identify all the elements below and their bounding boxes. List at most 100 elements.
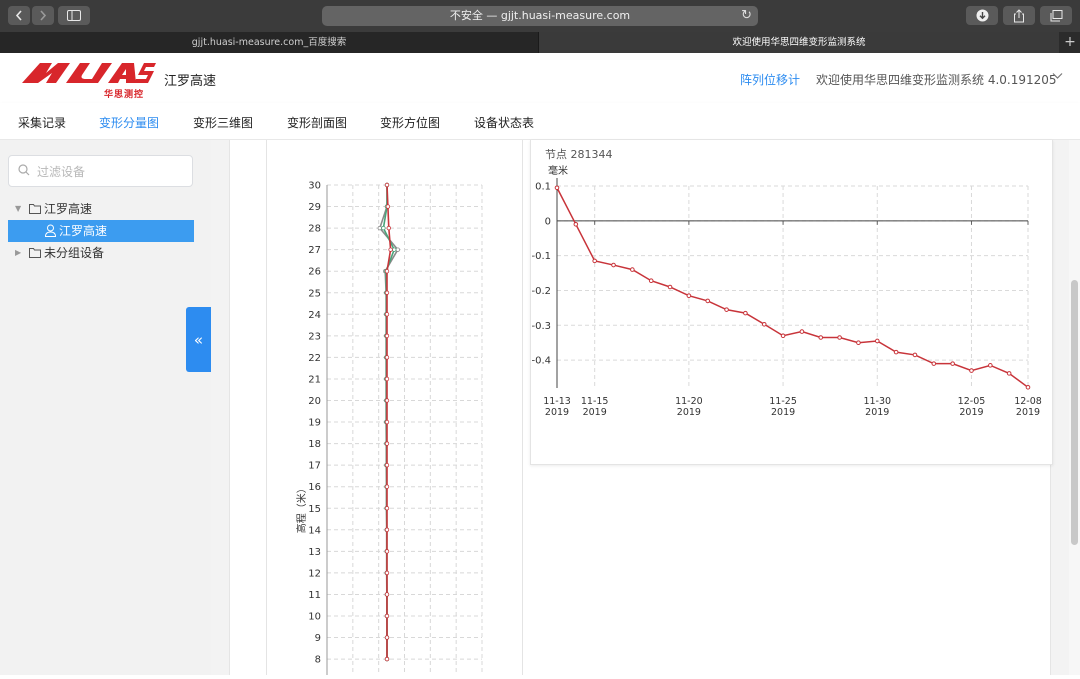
data-point — [931, 361, 937, 366]
search-icon — [18, 164, 30, 176]
menu-deformation-component[interactable]: 变形分量图 — [99, 114, 159, 131]
data-point — [686, 293, 692, 299]
data-point — [384, 333, 390, 339]
data-point — [630, 267, 635, 272]
y-tick-label: -0.3 — [531, 321, 551, 332]
y-tick-label: 11 — [308, 590, 321, 601]
elevation-profile-chart: 8 9 10 11 12 13 14 15 16 17 18 19 20 21 22 23 24 25 26 27 28… — [295, 181, 483, 679]
x-tick-label: 12-05 — [958, 396, 986, 407]
share-button[interactable] — [1003, 6, 1035, 25]
double-chevron-left-icon: « — [193, 330, 204, 349]
menu-deformation-3d[interactable]: 变形三维图 — [193, 114, 253, 131]
data-point — [391, 247, 397, 252]
data-point — [384, 506, 390, 511]
data-point — [384, 592, 390, 597]
main-menu: 采集记录 变形分量图 变形三维图 变形剖面图 变形方位图 设备状态表 — [0, 103, 1080, 140]
menu-device-status[interactable]: 设备状态表 — [474, 114, 534, 131]
data-point — [384, 355, 390, 360]
data-point — [667, 284, 673, 290]
caret-down-icon[interactable]: ▼ — [15, 198, 21, 220]
page-scrollbar[interactable] — [1069, 140, 1080, 675]
y-tick-label: 15 — [308, 504, 321, 515]
data-point — [988, 363, 993, 368]
data-point — [743, 310, 748, 316]
menu-deformation-profile[interactable]: 变形剖面图 — [287, 114, 347, 131]
chevron-down-icon[interactable] — [1052, 70, 1063, 83]
menu-deformation-azimuth[interactable]: 变形方位图 — [380, 114, 440, 131]
elevation-chart-panel: 8 9 10 11 12 13 14 15 16 17 18 19 20 21 22 23 24 25 26 27 28… — [266, 140, 523, 679]
collapse-sidebar-button[interactable]: « — [186, 307, 211, 372]
data-point — [384, 182, 390, 188]
x-tick-label: 11-15 — [581, 396, 609, 407]
sidebar-icon — [67, 10, 81, 21]
tree-node-ungrouped[interactable]: ▶ 未分组设备 — [8, 242, 198, 264]
data-point — [1006, 371, 1012, 376]
device-sidebar: ▼ 江罗高速 江罗高速 ▶ 未分组设备 — [0, 140, 211, 675]
data-point — [386, 225, 391, 231]
data-point — [648, 278, 654, 284]
browser-tabbar: gjjt.huasi-measure.com_百度搜索 欢迎使用华思四维变形监测… — [0, 32, 1080, 53]
chart-card: 8 9 10 11 12 13 14 15 16 17 18 19 20 21 22 23 24 25 26 27 28… — [229, 140, 1053, 679]
y-tick-label: 26 — [308, 267, 321, 278]
y-tick-label: 25 — [308, 288, 321, 299]
sidebar-toggle-button[interactable] — [58, 6, 90, 25]
scrollbar-thumb[interactable] — [1071, 280, 1078, 545]
tree-node-label: 未分组设备 — [44, 246, 105, 260]
browser-titlebar: 不安全 — gjjt.huasi-measure.com ↻ — [0, 0, 1080, 32]
data-point — [969, 368, 974, 373]
x-tick-label: 11-30 — [863, 396, 891, 407]
forward-button[interactable] — [32, 6, 54, 25]
tree-node-project[interactable]: ▼ 江罗高速 — [8, 198, 198, 220]
new-tab-icon[interactable]: + — [1060, 32, 1080, 53]
device-filter[interactable] — [8, 155, 193, 187]
module-link[interactable]: 阵列位移计 — [740, 71, 800, 88]
x-tick-label-year: 2019 — [545, 407, 569, 418]
back-button[interactable] — [8, 6, 30, 25]
data-point — [384, 441, 390, 446]
y-tick-label: 23 — [308, 331, 321, 342]
reload-icon[interactable]: ↻ — [741, 6, 752, 26]
y-tick-label: 9 — [315, 633, 321, 644]
data-point — [384, 527, 390, 532]
downloads-button[interactable] — [966, 6, 998, 25]
data-point — [388, 247, 393, 252]
address-text: 不安全 — gjjt.huasi-measure.com — [449, 9, 631, 22]
data-point — [893, 349, 899, 355]
y-tick-label: 22 — [308, 353, 321, 364]
y-axis-label: 毫米 — [548, 164, 568, 177]
address-bar[interactable]: 不安全 — gjjt.huasi-measure.com ↻ — [322, 6, 758, 26]
data-point — [377, 225, 382, 231]
y-tick-label: 12 — [308, 568, 321, 579]
y-tick-label: 28 — [308, 224, 321, 235]
data-point — [761, 321, 767, 327]
data-point — [384, 484, 390, 489]
menu-acquisition-records[interactable]: 采集记录 — [18, 114, 66, 131]
y-tick-label: 8 — [315, 655, 321, 666]
app-header: 华思测控 江罗高速 阵列位移计 欢迎使用华思四维变形监测系统 4.0.19120… — [0, 53, 1080, 104]
node-title: 节点 281344 — [545, 148, 613, 161]
x-tick-label-year: 2019 — [1016, 407, 1040, 418]
x-tick-label-year: 2019 — [959, 407, 983, 418]
data-point — [384, 312, 390, 317]
x-tick-label: 11-20 — [675, 396, 703, 407]
browser-tab-active[interactable]: 欢迎使用华思四维变形监测系统 — [539, 32, 1059, 53]
data-point — [384, 376, 390, 382]
data-point — [837, 335, 842, 340]
chevron-left-icon — [15, 10, 22, 21]
caret-right-icon[interactable]: ▶ — [15, 242, 21, 264]
x-tick-label: 11-25 — [769, 396, 797, 407]
data-point — [856, 340, 861, 346]
filter-input[interactable] — [35, 161, 189, 183]
browser-tab[interactable]: gjjt.huasi-measure.com_百度搜索 — [0, 32, 539, 53]
data-point — [874, 338, 880, 344]
data-point — [554, 185, 560, 191]
node-chart-panel: 节点 281344 毫米 0.1 0 -0.1 -0.2 -0.3 -0.4 11-13 201… — [530, 140, 1053, 465]
y-tick-label: 14 — [308, 525, 321, 536]
data-point — [384, 419, 390, 425]
tree-node-device-selected[interactable]: 江罗高速 — [8, 220, 194, 242]
data-point — [950, 361, 955, 366]
y-tick-label: -0.1 — [531, 251, 551, 262]
tabs-overview-button[interactable] — [1040, 6, 1072, 25]
data-point — [573, 222, 579, 227]
y-tick-label: 24 — [308, 310, 321, 321]
